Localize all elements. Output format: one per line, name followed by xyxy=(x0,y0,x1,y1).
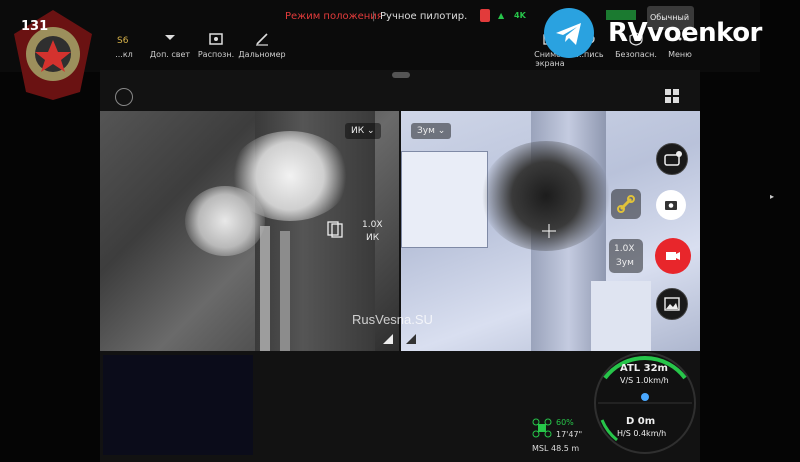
explosion-smoke xyxy=(185,186,265,256)
link-icon xyxy=(617,195,635,213)
minimap[interactable] xyxy=(103,355,253,455)
photo-mode-button[interactable] xyxy=(656,190,686,220)
gallery-icon xyxy=(664,297,680,311)
gallery-button[interactable] xyxy=(656,288,688,320)
unit-badge-logo: 131 xyxy=(14,10,92,100)
video-record-icon xyxy=(666,252,680,260)
camera-settings-icon xyxy=(664,151,682,166)
zoom-mode: Зум xyxy=(616,258,634,268)
attitude-icon xyxy=(115,88,133,106)
camera-switch-button[interactable] xyxy=(656,143,688,175)
record-button[interactable] xyxy=(655,238,691,274)
flight-time: 17'47" xyxy=(556,430,583,439)
mouse-cursor: ▸ xyxy=(770,192,775,201)
telegram-icon xyxy=(544,8,594,58)
expand-icon[interactable] xyxy=(405,333,417,345)
battery-warning-icon xyxy=(480,9,490,22)
pilot-mode-label[interactable]: Ручное пилотир. xyxy=(380,11,467,22)
palette-icon[interactable] xyxy=(325,219,345,239)
layout-toggle-icon[interactable] xyxy=(664,88,680,104)
crosshair-icon xyxy=(542,224,556,238)
atl-altitude: ATL 32m xyxy=(620,363,668,374)
vertical-speed: V/S 1.0km/h xyxy=(620,376,669,385)
camera-icon xyxy=(665,201,677,210)
rangefinder-icon xyxy=(256,33,268,46)
menu-label: Меню xyxy=(668,50,692,59)
tool-recognize-label: Распозн. xyxy=(197,50,235,59)
signal-quality-label: 4K xyxy=(514,11,526,20)
zoom-lens-select[interactable]: Зум ⌄ xyxy=(411,123,452,139)
mode-divider: | xyxy=(372,11,376,22)
expand-icon[interactable] xyxy=(382,333,394,345)
svg-text:S6: S6 xyxy=(117,36,129,46)
zoom-camera-view[interactable]: Зум ⌄ 1.0X Зум xyxy=(401,111,700,351)
thermal-lens-select[interactable]: ИК ⌄ xyxy=(345,123,381,139)
tool-rangefinder-label: Дальномер xyxy=(238,50,286,59)
zoom-value: 1.0X xyxy=(614,244,635,254)
building-roof xyxy=(591,281,651,351)
recognize-icon xyxy=(209,33,223,45)
horizontal-speed: H/S 0.4km/h xyxy=(617,429,667,438)
drag-handle[interactable] xyxy=(392,72,410,78)
battery-level: 60% xyxy=(556,418,574,427)
tool-light-label: Доп. свет xyxy=(149,50,191,59)
msl-altitude: MSL 48.5 m xyxy=(532,444,580,453)
gear-icon: S6 xyxy=(117,36,129,46)
road-stripe xyxy=(260,226,270,351)
light-icon xyxy=(165,35,175,40)
road-stripe xyxy=(280,231,290,351)
drone-icon xyxy=(532,418,552,438)
thermal-zoom-value: 1.0X xyxy=(362,220,383,230)
zoom-level-button[interactable]: 1.0X Зум xyxy=(609,239,643,273)
building-roof xyxy=(401,151,488,248)
channel-watermark: RVvoenkor xyxy=(608,18,762,48)
tool-settings-label: ...кл xyxy=(115,50,133,59)
badge-number: 131 xyxy=(21,19,48,34)
distance: D 0m xyxy=(626,416,656,427)
flight-mode-label[interactable]: Режим положения xyxy=(285,11,383,22)
compass-widget[interactable]: ATL 32m V/S 1.0km/h D 0m H/S 0.4km/h xyxy=(592,350,698,456)
gps-signal-icon: ▲ xyxy=(498,11,505,20)
site-watermark: RusVesna.SU xyxy=(352,312,433,327)
tool-rangefinder-button[interactable]: Дальномер xyxy=(232,32,292,59)
thermal-zoom-mode: ИК xyxy=(366,233,380,243)
link-button[interactable] xyxy=(611,189,641,219)
